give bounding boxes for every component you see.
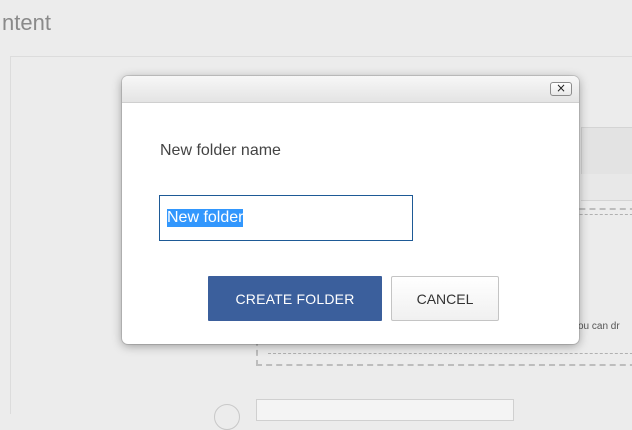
page-title: ntent (2, 10, 51, 35)
folder-name-input[interactable] (159, 195, 413, 241)
background-circle-icon (214, 404, 240, 430)
content-divider (10, 57, 11, 414)
dialog-header: × (122, 76, 579, 103)
background-input[interactable] (256, 399, 514, 421)
dropzone-hint-text: ou can dr (578, 321, 620, 332)
close-button[interactable]: × (550, 82, 572, 96)
folder-name-label: New folder name (160, 142, 281, 159)
title-divider (10, 56, 632, 57)
cancel-button[interactable]: CANCEL (391, 276, 499, 321)
background-panel (581, 127, 632, 176)
create-folder-button[interactable]: CREATE FOLDER (208, 276, 382, 321)
background-panel-row (581, 174, 632, 201)
create-folder-dialog: × New folder name CREATE FOLDER CANCEL (122, 76, 579, 344)
